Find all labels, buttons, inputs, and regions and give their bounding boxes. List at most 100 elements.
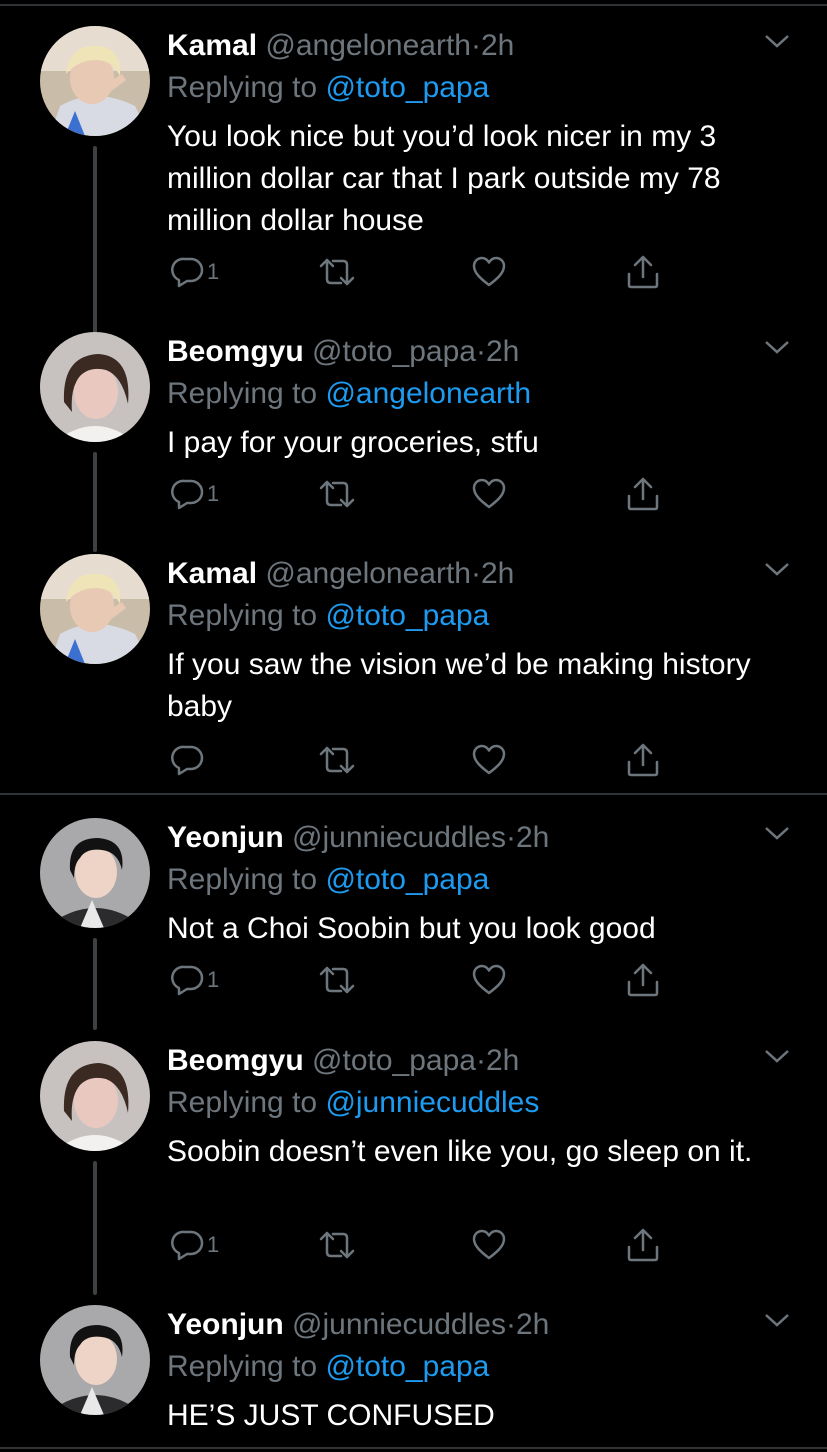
reply-button[interactable]: 1 xyxy=(171,960,219,1000)
tweet-text: Soobin doesn’t even like you, go sleep o… xyxy=(167,1135,753,1168)
like-button[interactable] xyxy=(471,1225,507,1265)
tweet-actions: 1 xyxy=(167,252,667,292)
chevron-down-icon[interactable] xyxy=(762,1309,792,1331)
timestamp[interactable]: 2h xyxy=(516,1308,549,1341)
display-name[interactable]: Kamal xyxy=(167,29,257,62)
reply-target-link[interactable]: @angelonearth xyxy=(325,377,531,410)
black-hair-user-avatar[interactable] xyxy=(40,818,150,928)
display-name[interactable]: Yeonjun xyxy=(167,1308,284,1341)
thread-divider xyxy=(0,793,827,795)
tweet-text: I pay for your groceries, stfu xyxy=(167,426,539,459)
reply-target-link[interactable]: @toto_papa xyxy=(325,71,489,104)
like-button[interactable] xyxy=(471,960,507,1000)
separator-dot: · xyxy=(505,1308,516,1341)
thread-line xyxy=(93,1161,97,1295)
share-button[interactable] xyxy=(625,474,661,514)
replying-to-label: Replying to xyxy=(167,1086,318,1119)
retweet-button[interactable] xyxy=(317,252,357,292)
blond-user-avatar[interactable] xyxy=(40,26,150,136)
reply-target-link[interactable]: @junniecuddles xyxy=(325,1086,539,1119)
replying-to: Replying to @toto_papa xyxy=(167,598,489,634)
display-name[interactable]: Beomgyu xyxy=(167,335,304,368)
reply-count: 1 xyxy=(207,1232,220,1257)
chevron-down-icon[interactable] xyxy=(762,336,792,358)
reply-count: 1 xyxy=(207,967,220,992)
reply-count: 1 xyxy=(207,259,220,284)
dark-hair-user-avatar[interactable] xyxy=(40,332,150,442)
like-button[interactable] xyxy=(471,474,507,514)
timestamp[interactable]: 2h xyxy=(481,557,514,590)
retweet-button[interactable] xyxy=(317,960,357,1000)
tweet-text: If you saw the vision we’d be making his… xyxy=(167,648,751,723)
top-divider xyxy=(0,4,827,6)
reply-button[interactable]: 1 xyxy=(171,1225,219,1265)
reply-target-link[interactable]: @toto_papa xyxy=(325,1350,489,1383)
share-icon xyxy=(627,255,659,289)
user-handle[interactable]: @angelonearth xyxy=(265,29,471,62)
user-handle[interactable]: @toto_papa xyxy=(312,335,476,368)
tweet-header: Yeonjun @junniecuddles·2h xyxy=(167,1307,549,1343)
reply-icon xyxy=(171,965,204,996)
display-name[interactable]: Beomgyu xyxy=(167,1044,304,1077)
tweet-text: You look nice but you’d look nicer in my… xyxy=(167,120,721,237)
thread-line xyxy=(93,146,97,346)
tweet-header: Yeonjun @junniecuddles·2h xyxy=(167,820,549,856)
retweet-button[interactable] xyxy=(317,1225,357,1265)
share-button[interactable] xyxy=(625,252,661,292)
display-name[interactable]: Yeonjun xyxy=(167,821,284,854)
tweet-text: HE’S JUST CONFUSED xyxy=(167,1399,495,1432)
replying-to-label: Replying to xyxy=(167,863,318,896)
reply-count: 1 xyxy=(207,481,220,506)
replying-to-label: Replying to xyxy=(167,599,318,632)
chevron-down-icon[interactable] xyxy=(762,30,792,52)
chevron-down-icon[interactable] xyxy=(762,1045,792,1067)
reply-target-link[interactable]: @toto_papa xyxy=(325,863,489,896)
tweet-actions xyxy=(167,740,667,780)
display-name[interactable]: Kamal xyxy=(167,557,257,590)
reply-button[interactable] xyxy=(171,740,207,780)
tweet-actions: 1 xyxy=(167,1225,667,1265)
share-button[interactable] xyxy=(625,960,661,1000)
user-handle[interactable]: @junniecuddles xyxy=(292,821,506,854)
blond-user-avatar[interactable] xyxy=(40,554,150,664)
timestamp[interactable]: 2h xyxy=(481,29,514,62)
replying-to: Replying to @toto_papa xyxy=(167,862,489,898)
retweet-icon xyxy=(319,480,355,508)
retweet-icon xyxy=(319,746,355,774)
tweet-header: Beomgyu @toto_papa·2h xyxy=(167,1043,519,1079)
separator-dot: · xyxy=(475,1044,486,1077)
separator-dot: · xyxy=(471,557,481,590)
reply-target-link[interactable]: @toto_papa xyxy=(325,599,489,632)
retweet-icon xyxy=(319,966,355,994)
share-icon xyxy=(627,963,659,997)
like-button[interactable] xyxy=(471,740,507,780)
share-icon xyxy=(627,743,659,777)
like-button[interactable] xyxy=(471,252,507,292)
reply-button[interactable]: 1 xyxy=(171,252,219,292)
share-icon xyxy=(627,1228,659,1262)
replying-to: Replying to @toto_papa xyxy=(167,70,489,106)
tweet-header: Kamal @angelonearth·2h xyxy=(167,28,514,64)
dark-hair-user-avatar[interactable] xyxy=(40,1041,150,1151)
bottom-divider xyxy=(0,1447,827,1449)
chevron-down-icon[interactable] xyxy=(762,558,792,580)
retweet-button[interactable] xyxy=(317,740,357,780)
chevron-down-icon[interactable] xyxy=(762,822,792,844)
reply-icon xyxy=(171,479,204,510)
retweet-icon xyxy=(319,258,355,286)
user-handle[interactable]: @toto_papa xyxy=(312,1044,476,1077)
reply-button[interactable]: 1 xyxy=(171,474,219,514)
user-handle[interactable]: @junniecuddles xyxy=(292,1308,506,1341)
retweet-button[interactable] xyxy=(317,474,357,514)
timestamp[interactable]: 2h xyxy=(486,335,519,368)
black-hair-user-avatar[interactable] xyxy=(40,1305,150,1415)
timestamp[interactable]: 2h xyxy=(516,821,549,854)
share-button[interactable] xyxy=(625,740,661,780)
replying-to-label: Replying to xyxy=(167,1350,318,1383)
timestamp[interactable]: 2h xyxy=(486,1044,519,1077)
retweet-icon xyxy=(319,1231,355,1259)
share-button[interactable] xyxy=(625,1225,661,1265)
reply-icon xyxy=(171,1230,204,1261)
tweet-header: Kamal @angelonearth·2h xyxy=(167,556,514,592)
user-handle[interactable]: @angelonearth xyxy=(265,557,471,590)
